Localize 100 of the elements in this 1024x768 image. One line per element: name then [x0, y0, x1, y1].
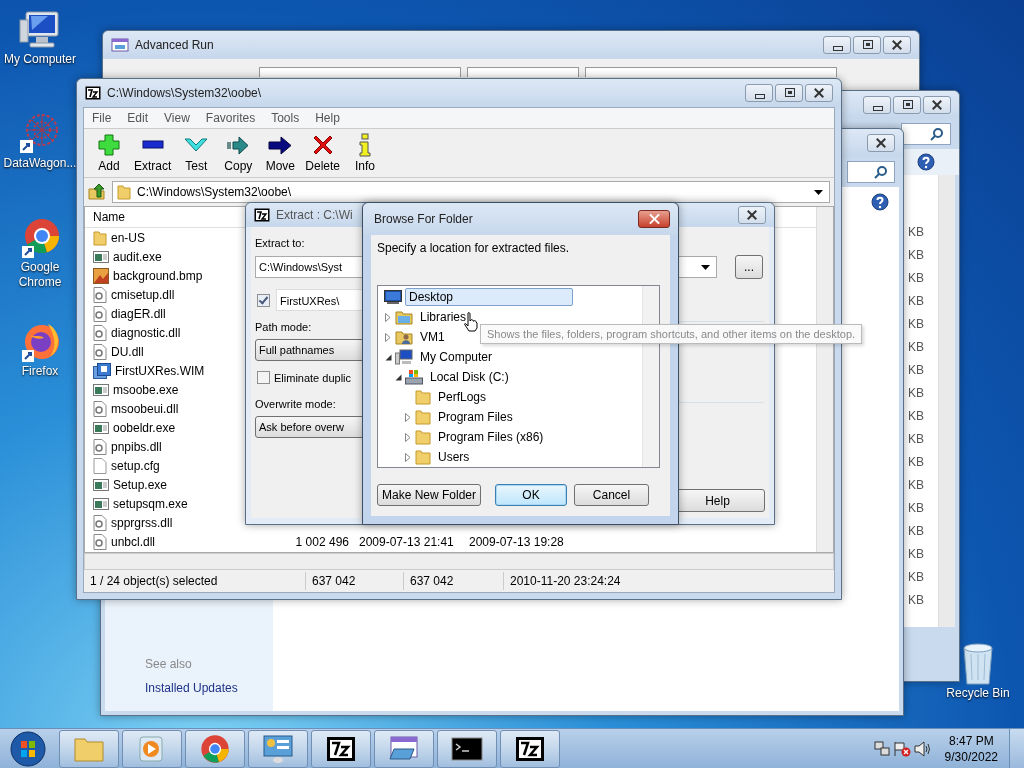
column-header[interactable]: Name — [93, 210, 125, 224]
toolbar-button[interactable]: Move — [259, 131, 302, 175]
desktop-icon-label[interactable]: DataWagon... — [3, 156, 77, 171]
table-cell: 1 002 496 — [295, 534, 349, 549]
scrollbar[interactable] — [938, 175, 955, 627]
dialog-title: Browse For Folder — [374, 212, 473, 226]
gear-file-icon — [93, 286, 107, 303]
menu-item[interactable]: Tools — [271, 111, 300, 125]
close-button[interactable] — [738, 206, 766, 224]
dialog-button[interactable]: Make New Folder — [377, 484, 481, 506]
field-label: Extract to: — [255, 237, 305, 249]
start-button[interactable] — [10, 730, 46, 767]
browse-button[interactable]: ... — [735, 255, 763, 279]
expand-arrow-icon[interactable] — [405, 432, 411, 442]
checkbox[interactable] — [257, 371, 270, 384]
file-name[interactable]: oobeldr.exe — [113, 420, 176, 435]
desktop-icon-label[interactable]: My Computer — [4, 52, 76, 67]
file-name[interactable]: cmisetup.dll — [111, 287, 175, 302]
close-button[interactable] — [883, 36, 911, 54]
flag-error-icon[interactable] — [892, 740, 911, 757]
close-button[interactable] — [923, 96, 951, 114]
file-name[interactable]: setup.cfg — [111, 458, 160, 473]
input-field[interactable] — [259, 67, 461, 77]
file-name[interactable]: audit.exe — [113, 249, 162, 264]
tree-item[interactable]: PerfLogs — [434, 388, 491, 406]
tree-item[interactable]: Users — [434, 448, 474, 466]
expand-arrow-icon[interactable] — [405, 412, 411, 422]
file-name[interactable]: DU.dll — [111, 344, 144, 359]
file-name[interactable]: setupsqm.exe — [113, 496, 188, 511]
program-file-icon — [93, 477, 109, 492]
minimize-button[interactable] — [745, 84, 773, 102]
scrollbar[interactable] — [84, 553, 834, 570]
toolbar-button[interactable]: Copy — [217, 131, 260, 175]
input-field[interactable] — [467, 67, 579, 77]
taskbar-button[interactable] — [437, 729, 497, 768]
file-name[interactable]: unbcl.dll — [111, 534, 156, 549]
toolbar-button[interactable]: Extract — [130, 131, 176, 175]
input-field[interactable] — [585, 67, 837, 77]
maximize-button[interactable] — [775, 84, 803, 102]
minimize-button[interactable] — [823, 36, 851, 54]
expand-arrow-icon[interactable] — [405, 452, 411, 462]
toolbar-button[interactable]: Delete — [301, 131, 345, 175]
file-name[interactable]: FirstUXRes.WIM — [115, 363, 205, 378]
help-icon[interactable] — [917, 153, 935, 171]
checkbox[interactable] — [257, 293, 270, 307]
tree-item[interactable]: Program Files — [434, 408, 517, 426]
path-field[interactable]: C:\Windows\System32\oobe\ — [112, 181, 830, 203]
toolbar-button[interactable]: Add — [88, 131, 130, 175]
maximize-button[interactable] — [853, 36, 881, 54]
taskbar-button[interactable] — [311, 729, 371, 768]
size-unit: KB — [908, 432, 924, 446]
file-name[interactable]: pnpibs.dll — [111, 439, 162, 454]
menu-item[interactable]: Edit — [127, 111, 149, 125]
collapse-arrow-icon[interactable] — [394, 373, 402, 381]
search-field[interactable] — [901, 123, 951, 145]
maximize-button[interactable] — [893, 96, 921, 114]
archive-app-icon — [254, 208, 270, 222]
speaker-icon[interactable] — [913, 740, 932, 757]
close-button[interactable] — [867, 134, 895, 152]
file-name[interactable]: msoobeui.dll — [111, 401, 179, 416]
file-name[interactable]: msoobe.exe — [113, 382, 179, 397]
collapse-arrow-icon[interactable] — [384, 353, 392, 361]
menu-item[interactable]: View — [164, 111, 190, 125]
size-unit: KB — [908, 409, 924, 423]
tree-item[interactable]: Program Files (x86) — [434, 428, 548, 446]
dialog-button[interactable]: OK — [495, 484, 567, 506]
expand-arrow-icon[interactable] — [385, 312, 391, 322]
close-button[interactable] — [805, 84, 833, 102]
search-field[interactable] — [847, 161, 895, 183]
tree-item[interactable]: VM1 — [416, 328, 449, 346]
desktop-icon-label[interactable]: Google Chrome — [3, 260, 77, 290]
minimize-button[interactable] — [863, 96, 891, 114]
size-unit: KB — [908, 340, 924, 354]
dialog-button[interactable]: Cancel — [574, 484, 649, 506]
close-button[interactable] — [638, 210, 670, 228]
tree-item[interactable]: Desktop — [405, 288, 573, 306]
file-name[interactable]: background.bmp — [113, 268, 203, 283]
desktop-icon-label[interactable]: Recycle Bin — [946, 686, 1010, 701]
network-icon[interactable] — [873, 740, 890, 757]
size-unit: KB — [908, 501, 924, 515]
tree-item[interactable]: Local Disk (C:) — [426, 368, 513, 386]
toolbar-button[interactable]: Test — [175, 131, 218, 175]
menu-item[interactable]: Favorites — [205, 111, 256, 125]
tree-item[interactable]: My Computer — [416, 348, 497, 366]
clock[interactable]: 8:47 PM 9/30/2022 — [944, 732, 998, 765]
help-icon[interactable] — [871, 193, 889, 211]
file-name[interactable]: Setup.exe — [113, 477, 168, 492]
tooltip: Shows the files, folders, program shortcuts, and other items on the desktop. — [480, 324, 863, 344]
toolbar-button[interactable]: Info — [344, 131, 387, 175]
taskbar-button[interactable] — [500, 729, 560, 768]
file-name[interactable]: en-US — [111, 230, 145, 245]
file-name[interactable]: spprgrss.dll — [111, 515, 173, 530]
folder-up-icon[interactable] — [88, 183, 106, 201]
expand-arrow-icon[interactable] — [385, 332, 391, 342]
menu-item[interactable]: File — [92, 111, 112, 125]
desktop-icon-label[interactable]: Firefox — [21, 364, 59, 379]
menu-item[interactable]: Help — [315, 111, 340, 125]
file-name[interactable]: diagnostic.dll — [111, 325, 181, 340]
updates-link[interactable]: Installed Updates — [145, 681, 238, 695]
file-name[interactable]: diagER.dll — [111, 306, 166, 321]
